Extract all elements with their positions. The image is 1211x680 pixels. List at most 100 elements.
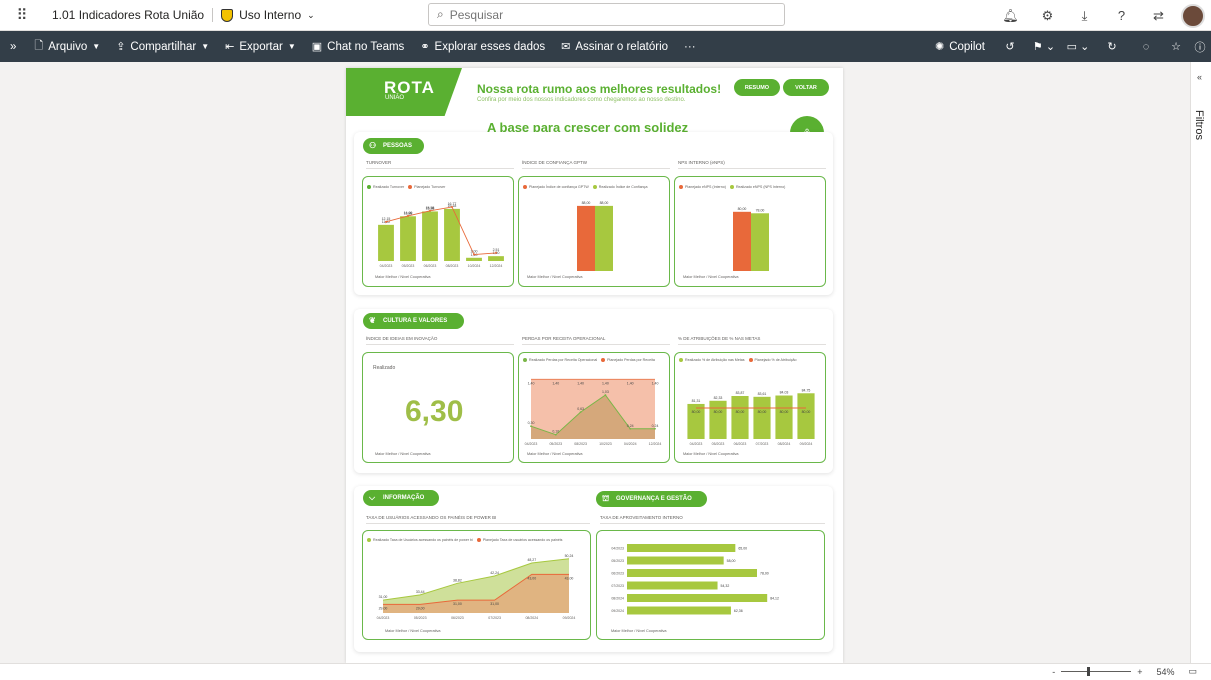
chevron-down-icon: ⌄ [307,9,315,20]
confianca-chart: 88,00 88,00 [577,201,613,271]
avatar[interactable] [1181,3,1205,28]
x-tick-label: 05/2023 [712,442,725,446]
card-receita[interactable]: Realizado Perdas por Receita Operacional… [518,352,670,463]
data-label: 88,00 [600,201,609,205]
bar [751,213,769,271]
x-tick-label: 08/2024 [778,442,791,446]
heart-icon: ❦ [369,316,376,325]
reset-icon[interactable]: ↺ [993,40,1027,53]
section-pill-cultura: ❦ CULTURA E VALORES [363,313,464,329]
data-label: 50,24 [565,554,574,558]
arquivo-button[interactable]: 🗋︎ Arquivo ▼ [26,31,108,62]
search-icon: ⌕ [437,7,444,21]
explorar-button[interactable]: ⚭ Explorar esses dados [412,31,553,62]
explore-icon: ⚭ [420,41,430,53]
help-icon[interactable]: ? [1103,8,1140,23]
favorite-icon[interactable]: ☆ [1163,40,1189,53]
app-launcher-icon[interactable]: ⠿ [0,0,44,31]
bookmark-icon[interactable]: ⚑ ⌄ [1027,40,1061,53]
search-box[interactable]: ⌕ [428,3,785,26]
card-title-enps: NPS INTERNO (eNPS) [678,160,725,165]
search-input[interactable] [449,7,750,22]
card-usuarios[interactable]: Realizado Taxa de Usuários acessando os … [362,530,591,640]
bell-icon[interactable]: 🔔︎ [992,8,1029,24]
card-footer: Maior Melhor / Nível Cooperativa [611,629,667,633]
top-right-icons: 🔔︎ ⚙ ⤓ ? ⇄ [992,0,1211,31]
data-label: 1,40 [652,381,659,385]
data-label: 80,00 [802,410,811,414]
gear-icon[interactable]: ⚙ [1029,8,1066,24]
command-bar: » 🗋︎ Arquivo ▼ ⇪ Compartilhar ▼ ⇤ Exportar ▼ ▣… [0,31,1211,62]
zoom-slider[interactable] [1061,667,1132,676]
assinar-button[interactable]: ✉ Assinar o relatório [553,31,676,62]
report-canvas: ROTA UNIÃO Nossa rota rumo aos melhores … [0,62,1190,663]
filters-label[interactable]: Filtros [1193,110,1205,140]
line-point [654,427,656,430]
zoom-level: 54% [1156,666,1175,677]
y-tick-label: 04/2023 [611,546,624,550]
card-title-remuneracao: % DE ATRIBUIÇÕES DE % NAS METAS [678,336,761,341]
filters-pane[interactable]: « Filtros [1190,62,1211,663]
zoom-slider-thumb[interactable] [1087,667,1091,676]
fit-page-icon[interactable]: ▭ [1188,666,1197,677]
usuarios-chart: 31,00 33,44 38,82 42,24 48,27 50,24 29,00 29,00… [377,554,576,620]
zoom-in-button[interactable]: + [1137,667,1142,677]
x-tick-label: 05/2023 [549,442,562,446]
chevron-down-icon: ▼ [201,42,210,51]
bar [422,211,438,261]
data-label: 42,24 [490,571,499,575]
data-label: 0,10 [552,430,559,434]
data-label: 29,00 [416,606,425,610]
card-turnover[interactable]: Realizado TurnoverPlanejado Turnover 11,… [362,176,514,287]
data-label: 78,00 [760,571,769,575]
y-tick-label: 05/2023 [611,559,624,563]
info-icon[interactable]: ⓘ [1189,39,1211,55]
data-label: 84,03 [780,391,789,395]
file-icon: 🗋︎ [34,40,44,52]
card-remuneracao[interactable]: Realizado % de Atribuição nas Metas Plane… [674,352,826,463]
share-icon[interactable]: ⇄ [1140,8,1177,24]
comment-icon[interactable]: ◌ [1129,41,1163,53]
x-tick-label: 09/2024 [563,616,576,620]
view-icon[interactable]: ▭ ⌄ [1061,40,1095,53]
data-label: 15,58 [426,206,435,210]
card-aproveitamento[interactable]: 04/2023 65,00 05/2023 58,00 06/2023 78,00 07/2… [596,530,825,640]
voltar-button[interactable]: VOLTAR [783,79,829,96]
card-inovacao[interactable]: Realizado 6,30 Maior Melhor / Nível Coop… [362,352,514,463]
card-title-usuarios: TAXA DE USUÁRIOS ACESSANDO OS PAINÉIS DE… [366,515,497,520]
exportar-label: Exportar [239,40,283,53]
card-enps[interactable]: Planejado eNPS (Interno) Realizado eNPS (… [674,176,826,287]
refresh-icon[interactable]: ↻ [1095,40,1129,53]
x-tick-label: 04/2023 [380,264,393,268]
card-footer: Maior Melhor / Nível Cooperativa [683,275,739,279]
sensitivity-label[interactable]: Uso Interno ⌄ [221,8,315,22]
zoom-out-button[interactable]: - [1052,667,1055,677]
resumo-button[interactable]: RESUMO [734,79,780,96]
section-pessoas: ⚇ PESSOAS TURNOVER Realizado Turnover Plan… [354,132,833,295]
more-button[interactable]: ··· [676,31,704,62]
compartilhar-button[interactable]: ⇪ Compartilhar ▼ [108,31,217,62]
card-title-inovacao: ÍNDICE DE IDEIAS EM INOVAÇÃO [366,336,438,341]
line-point [385,220,387,223]
data-label: 1,40 [528,381,535,385]
card-title-turnover: TURNOVER [366,160,392,165]
bar [733,211,751,271]
bar [627,569,757,577]
line-point [629,427,632,430]
data-label: 83,87 [736,391,745,395]
bar [627,594,768,602]
x-tick-label: 12/2024 [649,442,662,446]
report-title[interactable]: 1.01 Indicadores Rota União [52,8,204,22]
card-title-confianca: ÍNDICE DE CONFIANÇA GPTW [522,160,588,165]
aproveitamento-chart: 04/2023 65,00 05/2023 58,00 06/2023 78,00 07/2… [611,544,779,615]
section-pill-informacao: ⌵ INFORMAÇÃO [363,490,439,506]
chat-teams-button[interactable]: ▣ Chat no Teams [304,31,413,62]
chevron-left-icon[interactable]: « [1197,72,1202,82]
exportar-button[interactable]: ⇤ Exportar ▼ [217,31,304,62]
bar [466,257,482,261]
x-tick-label: 08/2023 [446,264,459,268]
download-icon[interactable]: ⤓ [1066,8,1103,24]
card-confianca[interactable]: Planejado Índice de confiança GPTW Realiz… [518,176,670,287]
copilot-button[interactable]: ✺ Copilot [927,31,993,62]
expand-nav-button[interactable]: » [0,31,26,62]
